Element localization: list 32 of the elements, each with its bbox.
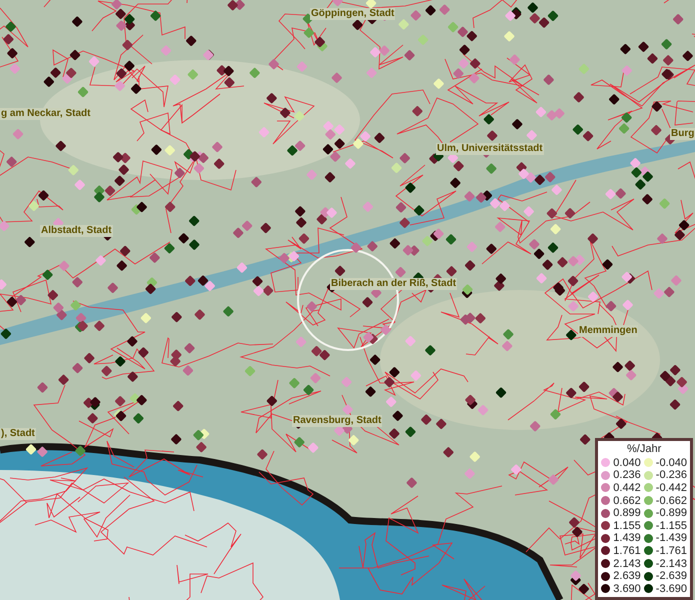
legend-value: 3.690 <box>613 582 641 595</box>
place-label: Ulm, Universitätsstadt <box>436 143 544 155</box>
legend-title: %/Jahr <box>627 443 662 456</box>
place-label: Ravensburg, Stadt <box>292 415 382 427</box>
legend-value: 0.236 <box>613 469 641 482</box>
legend-value: -0.442 <box>656 482 687 494</box>
legend-value: 1.155 <box>613 520 641 532</box>
place-label: Albstadt, Stadt <box>40 225 113 237</box>
legend-value: 1.761 <box>613 544 641 557</box>
legend-value: -0.662 <box>656 494 687 507</box>
legend-value: -2.639 <box>656 570 687 582</box>
place-label: Memmingen <box>578 325 638 337</box>
legend-value: 2.639 <box>613 570 641 582</box>
legend-value: -0.236 <box>656 469 687 482</box>
legend-value: 0.899 <box>613 507 641 520</box>
legend-value: -1.439 <box>656 532 687 544</box>
legend-value: 0.662 <box>613 494 641 507</box>
place-label: Göppingen, Stadt <box>310 8 396 20</box>
legend-value: -1.155 <box>656 520 687 532</box>
place-label: g am Neckar, Stadt <box>0 108 92 120</box>
legend-value: 1.439 <box>613 532 641 544</box>
legend-value: -2.143 <box>656 558 687 570</box>
legend-value: -1.761 <box>656 544 687 557</box>
legend-value: -3.690 <box>656 582 687 595</box>
legend-value: 2.143 <box>613 558 641 570</box>
place-label: Biberach an der Riß, Stadt <box>330 278 458 290</box>
place-label: Burg <box>670 128 695 140</box>
legend-value: 0.442 <box>613 482 641 494</box>
place-label: ), Stadt <box>0 428 36 440</box>
legend-value: -0.040 <box>656 456 687 469</box>
legend-value: 0.040 <box>613 456 641 469</box>
legend-value: -0.899 <box>656 507 687 520</box>
